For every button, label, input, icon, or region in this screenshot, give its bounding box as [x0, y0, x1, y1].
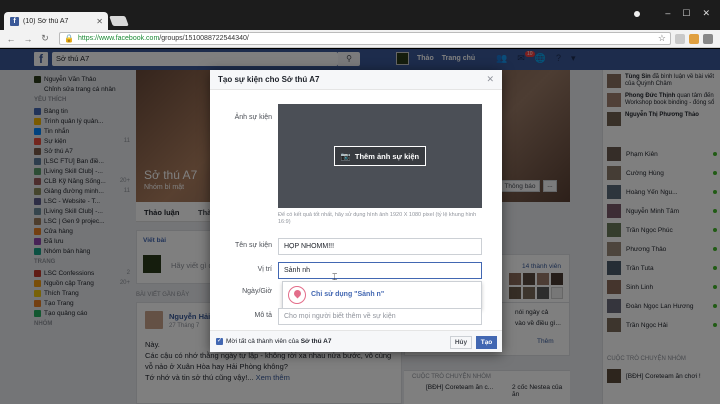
date-time-label: Ngày/Giờ — [242, 288, 272, 295]
add-photo-label: Thêm ảnh sự kiện — [354, 151, 420, 161]
suggestion-text: Chỉ sử dụng "Sảnh n" — [311, 291, 385, 298]
address-bar[interactable]: 🔒 https://www.facebook.com/groups/151008… — [59, 32, 671, 45]
browser-tab[interactable]: f (10) Sở thú A7 ✕ — [4, 12, 108, 30]
event-name-label: Tên sự kiện — [235, 242, 272, 249]
tab-close-icon[interactable]: ✕ — [96, 17, 103, 26]
create-button[interactable]: Tạo — [476, 336, 497, 349]
extension-icon[interactable] — [675, 33, 685, 44]
dialog-title: Tạo sự kiện cho Sở thú A7 — [218, 75, 320, 84]
dialog-footer: ✓ Mời tất cả thành viên của Sở thú A7 Hủ… — [210, 330, 502, 352]
location-pin-icon — [288, 286, 306, 304]
cancel-button[interactable]: Hủy — [450, 336, 472, 349]
photo-label: Ảnh sự kiện — [234, 114, 272, 121]
lock-icon: 🔒 — [64, 34, 74, 43]
close-window-icon[interactable]: ✕ — [702, 8, 710, 19]
url-text: https://www.facebook.com/groups/15100887… — [77, 35, 249, 42]
forward-icon[interactable]: → — [22, 34, 34, 44]
window-controls: – ☐ ✕ — [665, 8, 710, 19]
minimize-icon[interactable]: – — [665, 8, 670, 19]
add-event-photo-button[interactable]: 📷 Thêm ảnh sự kiện — [334, 146, 426, 166]
camera-icon: 📷 — [340, 151, 351, 161]
browser-toolbar: ← → ↻ 🔒 https://www.facebook.com/groups/… — [0, 30, 720, 48]
close-icon[interactable]: ✕ — [486, 74, 494, 85]
description-input[interactable]: Cho mọi người biết thêm về sự kiện — [278, 308, 482, 325]
description-label: Mô tả — [254, 312, 272, 319]
invite-all-checkbox[interactable]: ✓ — [216, 338, 223, 345]
photo-hint: Để có kết quả tốt nhất, hãy sử dụng hình… — [278, 212, 477, 225]
new-tab-button[interactable] — [109, 16, 129, 26]
create-event-dialog: Tạo sự kiện cho Sở thú A7 ✕ Ảnh sự kiện … — [210, 70, 502, 352]
invite-all-label: Mời tất cả thành viên của Sở thú A7 — [226, 338, 332, 345]
menu-icon[interactable] — [703, 33, 713, 44]
maximize-icon[interactable]: ☐ — [682, 8, 690, 19]
dialog-header: Tạo sự kiện cho Sở thú A7 ✕ — [210, 70, 502, 90]
event-name-input[interactable]: HỌP NHOMM!!! — [278, 238, 482, 255]
location-label: Vị trí — [257, 266, 272, 273]
facebook-favicon-icon: f — [10, 16, 19, 26]
location-suggestion[interactable]: Chỉ sử dụng "Sảnh n" — [282, 281, 482, 309]
profile-icon[interactable] — [634, 11, 640, 17]
location-input[interactable]: Sảnh nh — [278, 262, 482, 279]
extension-icon[interactable] — [689, 33, 699, 44]
browser-titlebar: f (10) Sở thú A7 ✕ – ☐ ✕ — [0, 0, 720, 30]
tab-title: (10) Sở thú A7 — [23, 17, 69, 25]
bookmark-star-icon[interactable]: ☆ — [658, 33, 666, 44]
back-icon[interactable]: ← — [5, 34, 17, 44]
reload-icon[interactable]: ↻ — [39, 33, 51, 44]
